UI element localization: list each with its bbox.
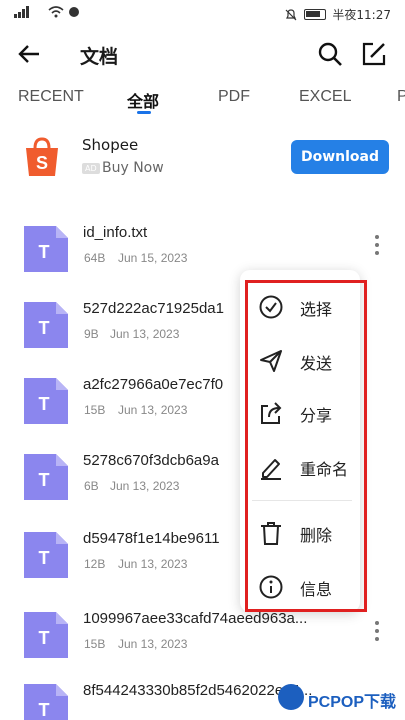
text-file-icon: T (24, 612, 68, 658)
menu-item-delete[interactable]: 删除 (240, 508, 360, 558)
ad-title: Shopee (82, 136, 139, 154)
text-file-icon: T (24, 454, 68, 500)
pen-icon (261, 459, 281, 480)
more-vertical-icon[interactable] (371, 234, 383, 256)
file-size: 15B (84, 403, 106, 417)
menu-label: 重命名 (300, 460, 349, 479)
info-icon (259, 575, 283, 599)
file-name: d59478f1e14be9611 (83, 530, 220, 547)
status-icons-left (14, 6, 80, 18)
tab-more[interactable]: P (397, 88, 405, 106)
file-date: Jun 13, 2023 (110, 479, 180, 493)
mute-bell-icon (285, 8, 297, 20)
send-icon (260, 350, 282, 372)
file-size: 64B (84, 251, 106, 265)
watermark: PCPOP下载 (278, 682, 405, 720)
tab-all[interactable]: 全部 (127, 88, 159, 112)
menu-item-info[interactable]: 信息 (240, 562, 360, 612)
text-file-icon: T (24, 226, 68, 272)
signal-icon (14, 6, 29, 18)
file-date: Jun 13, 2023 (110, 327, 180, 341)
ad-download-button[interactable]: Download (291, 140, 389, 174)
active-tab-indicator (137, 111, 151, 114)
tab-excel[interactable]: EXCEL (299, 88, 351, 106)
trash-icon (261, 522, 281, 545)
status-time: 半夜11:27 (332, 8, 391, 22)
status-bar: 半夜11:27 (0, 0, 405, 30)
file-date: Jun 13, 2023 (118, 637, 188, 651)
menu-item-rename[interactable]: 重命名 (240, 442, 360, 492)
menu-item-share[interactable]: 分享 (240, 388, 360, 438)
notification-icon (69, 7, 79, 17)
file-name: a2fc27966a0e7ec7f0 (83, 376, 224, 393)
menu-label: 删除 (300, 526, 333, 545)
battery-icon (304, 9, 327, 20)
file-name: id_info.txt (83, 224, 148, 241)
file-date: Jun 13, 2023 (118, 557, 188, 571)
context-menu: 选择 发送 分享 重命名 删除 信息 (240, 270, 360, 612)
file-date: Jun 15, 2023 (118, 251, 188, 265)
filter-tabs: RECENT 全部 PDF EXCEL P (0, 84, 405, 118)
file-size: 9B (84, 327, 99, 341)
text-file-icon: T (24, 302, 68, 348)
menu-item-send[interactable]: 发送 (240, 336, 360, 386)
svg-text:T: T (39, 700, 50, 720)
svg-text:T: T (39, 242, 50, 262)
file-name: 1099967aee33cafd74aeed963a... (83, 610, 308, 627)
more-vertical-icon[interactable] (371, 620, 383, 642)
text-file-icon: T (24, 378, 68, 424)
shopee-logo-icon: S (26, 137, 58, 176)
ad-banner[interactable]: S Shopee AD Buy Now Download (0, 130, 405, 190)
file-name: 5278c670f3dcb6a9a (83, 452, 219, 469)
file-date: Jun 13, 2023 (118, 403, 188, 417)
tab-recent[interactable]: RECENT (18, 88, 84, 106)
edit-icon[interactable] (361, 41, 387, 67)
file-name: 527d222ac71925da1 (83, 300, 224, 317)
file-size: 15B (84, 637, 106, 651)
menu-label: 选择 (300, 300, 333, 319)
menu-label: 分享 (300, 406, 333, 425)
wifi-icon (48, 6, 64, 18)
menu-item-select[interactable]: 选择 (240, 282, 360, 332)
list-item[interactable]: T 1099967aee33cafd74aeed963a... 15B Jun … (0, 604, 405, 674)
watermark-text: PCPOP下载 (308, 694, 397, 711)
file-size: 6B (84, 479, 99, 493)
tab-pdf[interactable]: PDF (218, 88, 250, 106)
status-icons-right: 半夜11:27 (284, 6, 391, 23)
menu-divider (252, 500, 352, 501)
menu-label: 发送 (300, 354, 333, 373)
page-title: 文档 (80, 46, 119, 68)
svg-text:T: T (39, 628, 50, 648)
check-circle-icon (259, 295, 283, 319)
app-header: 文档 (0, 34, 405, 76)
ad-subtitle: Buy Now (102, 160, 164, 176)
svg-text:T: T (39, 318, 50, 338)
search-icon[interactable] (317, 41, 343, 67)
svg-text:T: T (39, 470, 50, 490)
ad-badge: AD (82, 163, 100, 174)
watermark-logo-icon (278, 684, 304, 710)
text-file-icon: T (24, 532, 68, 578)
svg-text:T: T (39, 548, 50, 568)
file-size: 12B (84, 557, 106, 571)
back-arrow-icon[interactable] (16, 40, 44, 68)
share-icon (261, 402, 282, 424)
svg-text:S: S (36, 153, 48, 173)
text-file-icon: T (24, 684, 68, 720)
menu-label: 信息 (300, 580, 333, 599)
svg-text:T: T (39, 394, 50, 414)
